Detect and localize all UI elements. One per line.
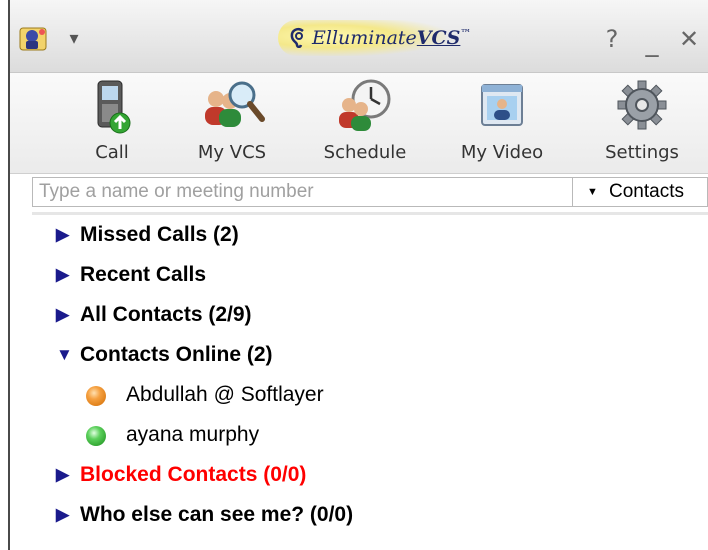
help-button[interactable]: ? [598, 24, 626, 54]
menu-dropdown-icon[interactable]: ▾ [66, 28, 82, 50]
group-missed-calls[interactable]: ▶ Missed Calls (2) [10, 218, 708, 254]
settings-label: Settings [605, 142, 679, 163]
call-button[interactable]: Call [57, 77, 167, 169]
my-vcs-button[interactable]: My VCS [177, 77, 287, 169]
contact-name: Abdullah @ Softlayer [126, 383, 324, 406]
group-label: Recent Calls [80, 263, 207, 286]
group-who-can-see-me[interactable]: ▶ Who else can see me? (0/0) [10, 498, 708, 534]
my-vcs-label: My VCS [197, 142, 267, 163]
brand-logo: ElluminateVCS™ [278, 20, 471, 56]
brand-suffix: VCS [416, 27, 461, 49]
search-input[interactable] [32, 177, 572, 207]
app-icon[interactable] [18, 24, 50, 54]
ear-logo-icon [290, 28, 304, 48]
divider [32, 212, 708, 215]
title-bar: ▾ ElluminateVCS™ ? _ ✕ [10, 0, 708, 73]
brand-name: Elluminate [312, 27, 417, 49]
group-blocked-contacts[interactable]: ▶ Blocked Contacts (0/0) [10, 458, 708, 494]
group-label: Contacts Online (2) [80, 343, 273, 366]
brand-trademark: ™ [460, 27, 472, 40]
expand-arrow-icon[interactable]: ▶ [56, 505, 70, 525]
expand-arrow-icon[interactable]: ▶ [56, 465, 70, 485]
app-window: ▾ ElluminateVCS™ ? _ ✕ Call My VCS Sched… [8, 0, 708, 550]
group-all-contacts[interactable]: ▶ All Contacts (2/9) [10, 298, 708, 334]
group-contacts-online[interactable]: ▼ Contacts Online (2) [10, 338, 708, 374]
group-recent-calls[interactable]: ▶ Recent Calls [10, 258, 708, 294]
main-toolbar: Call My VCS Schedule My Video Settings [10, 73, 708, 174]
contact-name: ayana murphy [126, 423, 260, 446]
minimize-button[interactable]: _ [640, 28, 664, 58]
contact-item[interactable]: Abdullah @ Softlayer [10, 378, 708, 414]
my-video-label: My Video [460, 142, 544, 163]
expand-arrow-icon[interactable]: ▶ [56, 225, 70, 245]
people-search-icon [205, 81, 265, 127]
contacts-filter-label: Contacts [609, 181, 684, 202]
group-label: Missed Calls (2) [80, 223, 239, 246]
settings-button[interactable]: Settings [587, 77, 697, 169]
gear-icon [617, 80, 667, 130]
collapse-arrow-icon[interactable]: ▼ [56, 345, 73, 365]
group-label: All Contacts (2/9) [80, 303, 252, 326]
contact-item[interactable]: ayana murphy [10, 418, 708, 454]
expand-arrow-icon[interactable]: ▶ [56, 305, 70, 325]
chevron-down-icon: ▼ [587, 186, 598, 198]
search-row: ▼ Contacts [32, 175, 708, 211]
schedule-label: Schedule [323, 142, 407, 163]
people-clock-icon [339, 79, 391, 131]
phone-call-icon [97, 80, 131, 134]
schedule-button[interactable]: Schedule [310, 77, 420, 169]
my-video-button[interactable]: My Video [447, 77, 557, 169]
expand-arrow-icon[interactable]: ▶ [56, 265, 70, 285]
group-label: Who else can see me? (0/0) [80, 503, 354, 526]
close-button[interactable]: ✕ [674, 24, 704, 54]
online-status-icon [86, 426, 106, 446]
away-status-icon [86, 386, 106, 406]
call-label: Call [95, 142, 129, 163]
video-window-icon [481, 84, 523, 126]
contacts-filter-dropdown[interactable]: ▼ Contacts [572, 177, 708, 207]
group-label: Blocked Contacts (0/0) [80, 463, 307, 486]
